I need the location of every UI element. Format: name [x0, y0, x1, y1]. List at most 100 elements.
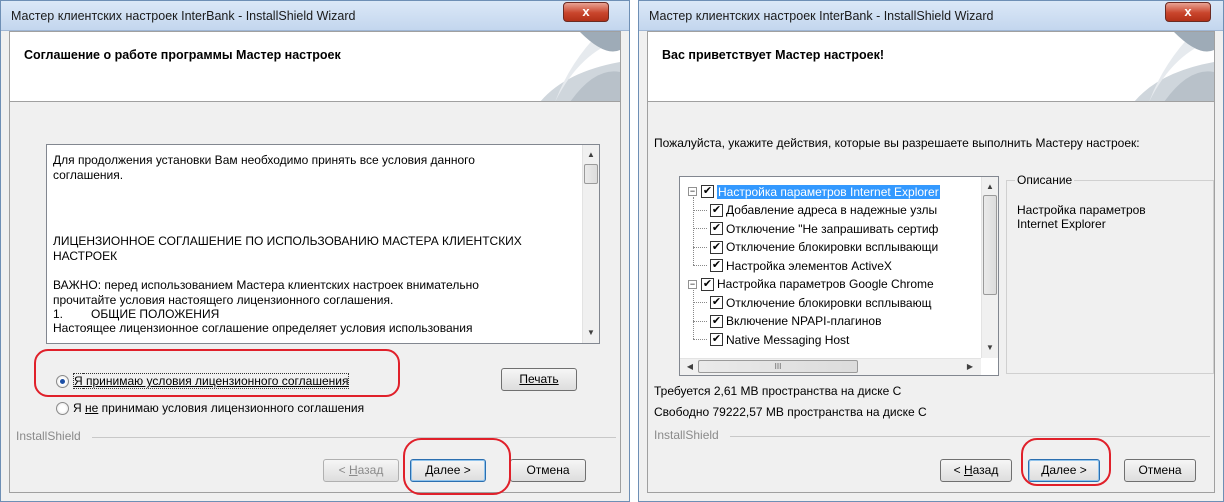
tree-connector-line: [693, 289, 694, 339]
description-line: Internet Explorer: [1017, 217, 1106, 231]
tree-item-label: Настройка параметров Internet Explorer: [717, 184, 940, 199]
tree-vertical-scrollbar[interactable]: ▲ ▼: [981, 177, 998, 358]
close-button[interactable]: x: [1165, 2, 1211, 22]
radio-checked-icon[interactable]: [56, 374, 69, 388]
tree-child-item[interactable]: ✔ Добавление адреса в надежные узлы: [693, 202, 938, 219]
scroll-down-arrow-icon[interactable]: ▼: [982, 340, 998, 356]
tree-connector-line: [693, 246, 707, 248]
license-wizard-window: Мастер клиентских настроек InterBank - I…: [0, 0, 630, 502]
next-button[interactable]: Далее >: [1028, 459, 1100, 482]
checkbox-checked-icon[interactable]: ✔: [710, 203, 723, 217]
section-number: 1.: [53, 307, 64, 321]
settings-wizard-window: Мастер клиентских настроек InterBank - I…: [638, 0, 1224, 502]
license-line: Для продолжения установки Вам необходимо…: [53, 153, 475, 167]
scroll-thumb[interactable]: [584, 164, 598, 184]
license-vertical-scrollbar[interactable]: ▲ ▼: [582, 145, 599, 343]
cancel-button[interactable]: Отмена: [1124, 459, 1196, 482]
tree-item-label: Отключение блокировки всплывающ: [726, 295, 932, 310]
tree-child-item[interactable]: ✔ Отключение блокировки всплывающ: [693, 294, 932, 311]
actions-prompt: Пожалуйста, укажите действия, которые вы…: [654, 136, 1140, 150]
tree-connector-line: [693, 339, 707, 340]
window-title: Мастер клиентских настроек InterBank - I…: [649, 9, 994, 23]
scroll-up-arrow-icon[interactable]: ▲: [583, 147, 599, 163]
disk-free: Свободно 79222,57 МВ пространства на дис…: [654, 405, 927, 419]
back-button[interactable]: < Назад: [940, 459, 1012, 482]
installshield-label: InstallShield: [16, 429, 81, 443]
license-line: Настоящее лицензионное соглашение опреде…: [53, 321, 473, 335]
tree-group-item[interactable]: − ✔ Настройка параметров Internet Explorer: [688, 183, 940, 200]
decline-radio[interactable]: Я не принимаю условия лицензионного согл…: [56, 401, 364, 415]
title-bar[interactable]: Мастер клиентских настроек InterBank - I…: [1, 1, 629, 31]
checkbox-checked-icon[interactable]: ✔: [701, 185, 714, 198]
print-button[interactable]: Печать: [501, 368, 577, 391]
checkbox-checked-icon[interactable]: ✔: [710, 240, 723, 254]
accept-radio-label: Я принимаю условия лицензионного соглаше…: [73, 373, 350, 389]
tree-connector-line: [693, 265, 707, 266]
separator: [630, 0, 638, 502]
description-title: Описание: [1015, 173, 1075, 187]
checkbox-checked-icon[interactable]: ✔: [710, 333, 723, 346]
page-title: Вас приветствует Мастер настроек!: [662, 48, 885, 62]
tree-item-label: Добавление адреса в надежные узлы: [726, 203, 938, 217]
tree-child-item[interactable]: ✔ Отключение блокировки всплывающи: [693, 239, 939, 256]
close-button[interactable]: x: [563, 2, 609, 22]
tree-item-label: Включение NPAPI-плагинов: [726, 314, 882, 328]
next-button[interactable]: Далее >: [410, 459, 486, 482]
tree-connector-line: [693, 197, 694, 265]
license-line: ВАЖНО: перед использованием Мастера клие…: [53, 278, 479, 292]
decline-radio-label: Я не принимаю условия лицензионного согл…: [73, 401, 365, 415]
tree-child-item[interactable]: ✔ Отключение "Не запрашивать сертиф: [693, 220, 939, 237]
tree-connector-line: [693, 228, 707, 229]
tree-item-label: Настройка элементов ActiveX: [726, 258, 892, 273]
scroll-left-arrow-icon[interactable]: ◀: [682, 359, 698, 375]
wizard-header: Соглашение о работе программы Мастер нас…: [10, 32, 620, 102]
tree-connector-line: [693, 320, 707, 322]
installshield-page-curl-logo: [1134, 32, 1214, 101]
tree-connector-line: [693, 209, 707, 211]
collapse-icon[interactable]: −: [688, 187, 697, 196]
collapse-icon[interactable]: −: [688, 279, 697, 289]
checkbox-checked-icon[interactable]: ✔: [710, 222, 723, 235]
tree-child-item[interactable]: ✔ Native Messaging Host: [693, 331, 850, 348]
disk-required: Требуется 2,61 МВ пространства на диске …: [654, 384, 902, 398]
title-bar[interactable]: Мастер клиентских настроек InterBank - I…: [639, 1, 1223, 31]
back-button[interactable]: < Назад: [323, 459, 399, 482]
checkbox-checked-icon[interactable]: ✔: [710, 259, 723, 272]
tree-child-item[interactable]: ✔ Включение NPAPI-плагинов: [693, 313, 882, 330]
cancel-button[interactable]: Отмена: [510, 459, 586, 482]
window-title: Мастер клиентских настроек InterBank - I…: [11, 9, 356, 23]
scroll-down-arrow-icon[interactable]: ▼: [583, 325, 599, 341]
installshield-divider: [92, 437, 616, 438]
license-line: прочитайте условия настоящего лицензионн…: [53, 293, 394, 307]
tree-item-label: Native Messaging Host: [726, 332, 850, 347]
tree-group-item[interactable]: − ✔ Настройка параметров Google Chrome: [688, 276, 934, 293]
tree-item-label: Отключение блокировки всплывающи: [726, 240, 939, 254]
section-title: ОБЩИЕ ПОЛОЖЕНИЯ: [91, 307, 220, 321]
wizard-body: Вас приветствует Мастер настроек! Пожалу…: [647, 31, 1215, 493]
checkbox-checked-icon[interactable]: ✔: [710, 296, 723, 309]
tree-child-item[interactable]: ✔ Настройка элементов ActiveX: [693, 257, 892, 274]
accept-radio[interactable]: Я принимаю условия лицензионного соглаше…: [56, 373, 350, 389]
installshield-page-curl-logo: [540, 32, 620, 101]
scroll-up-arrow-icon[interactable]: ▲: [982, 179, 998, 195]
wizard-body: Соглашение о работе программы Мастер нас…: [9, 31, 621, 493]
checkbox-checked-icon[interactable]: ✔: [701, 277, 714, 291]
license-text-box[interactable]: Для продолжения установки Вам необходимо…: [46, 144, 600, 344]
tree-item-label: Настройка параметров Google Chrome: [717, 277, 934, 291]
page-title: Соглашение о работе программы Мастер нас…: [24, 48, 341, 62]
settings-tree-view[interactable]: − ✔ Настройка параметров Internet Explorer…: [679, 176, 999, 376]
installshield-label: InstallShield: [654, 428, 719, 442]
radio-unchecked-icon[interactable]: [56, 401, 69, 415]
tree-horizontal-scrollbar[interactable]: ◀ III ▶: [680, 358, 981, 375]
scroll-thumb[interactable]: [983, 195, 997, 295]
wizard-header: Вас приветствует Мастер настроек!: [648, 32, 1214, 102]
scroll-thumb[interactable]: III: [698, 360, 858, 373]
tree-connector-line: [693, 302, 707, 303]
description-line: Настройка параметров: [1017, 203, 1146, 217]
checkbox-checked-icon[interactable]: ✔: [710, 314, 723, 328]
license-heading: НАСТРОЕК: [53, 249, 118, 263]
tree-item-label: Отключение "Не запрашивать сертиф: [726, 221, 939, 236]
tree-items: − ✔ Настройка параметров Internet Explorer…: [680, 177, 981, 358]
scroll-right-arrow-icon[interactable]: ▶: [962, 359, 978, 375]
license-heading: ЛИЦЕНЗИОННОЕ СОГЛАШЕНИЕ ПО ИСПОЛЬЗОВАНИЮ…: [53, 234, 522, 248]
